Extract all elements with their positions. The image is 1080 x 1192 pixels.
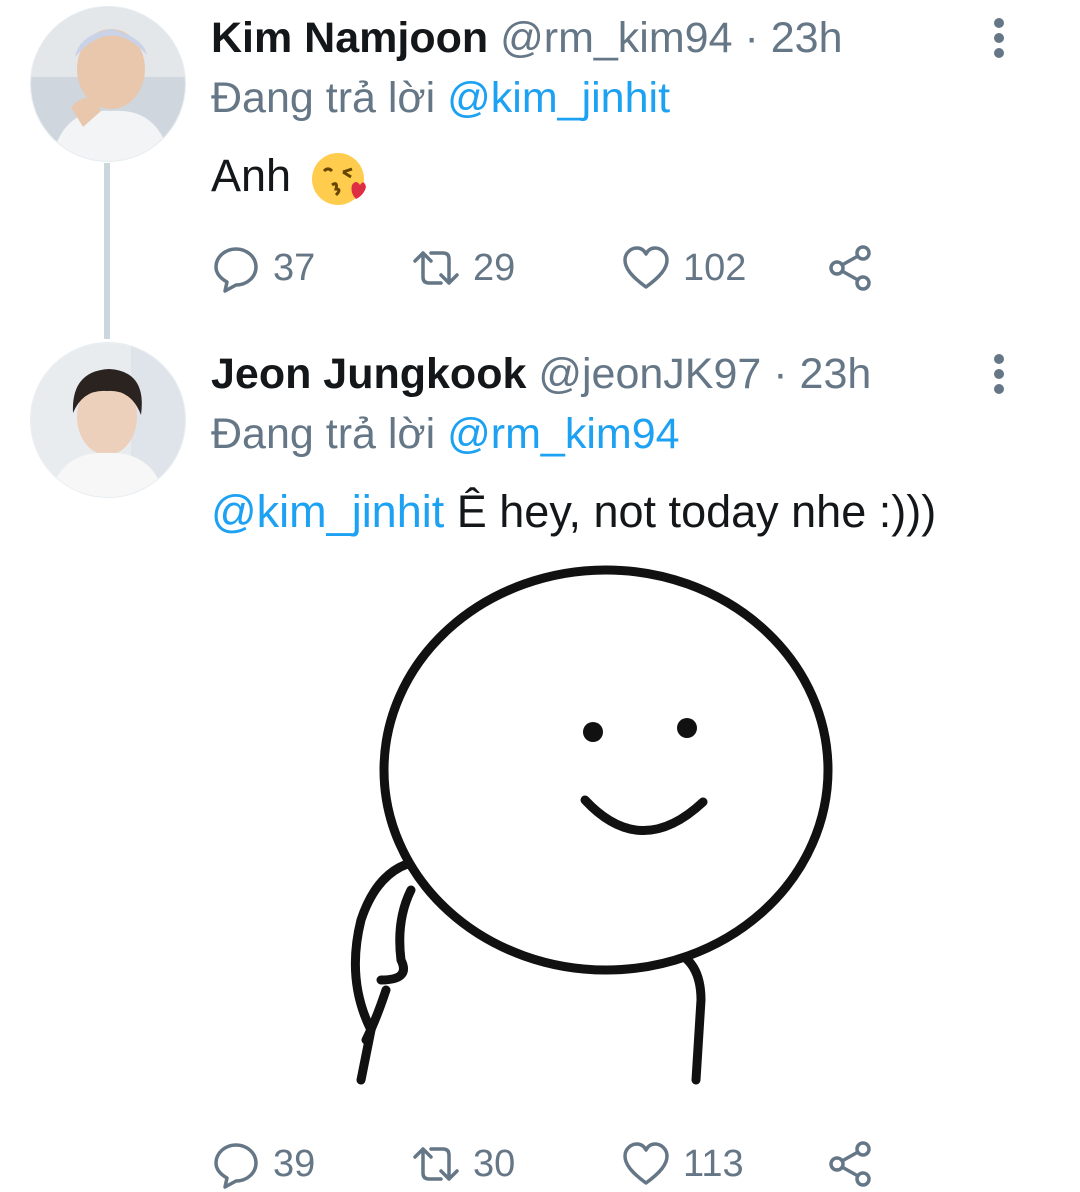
tweet-actions: 39 30 113 [211,1136,911,1192]
reply-button[interactable]: 37 [211,240,315,296]
share-button[interactable] [825,1136,887,1192]
thread-connector-line [104,163,110,339]
tweet-actions: 37 29 102 [211,240,911,296]
share-icon [829,1141,871,1187]
timestamp[interactable]: 23h [800,350,872,398]
text-mention[interactable]: @kim_jinhit [211,486,444,537]
tweet-text-content: Ê hey, not today nhe :))) [456,486,937,537]
retweet-icon [413,251,459,285]
reply-icon [214,247,258,293]
retweet-count: 29 [473,247,516,289]
heart-icon [623,1142,669,1185]
tweet-header: Kim Namjoon @rm_kim94 · 23h [211,12,842,64]
heart-icon [623,246,669,289]
avatar[interactable] [30,6,186,162]
avatar[interactable] [30,342,186,498]
reply-icon [214,1143,258,1189]
smiley-character-image [350,565,833,1085]
kiss-emoji-icon [310,151,368,207]
like-button[interactable]: 102 [621,240,746,296]
separator-dot: · [773,350,788,398]
replying-to-label: Đang trả lời [211,74,436,122]
like-count: 102 [683,247,747,289]
retweet-button[interactable]: 30 [411,1136,515,1192]
like-button[interactable]: 113 [621,1136,744,1192]
replying-to-mention[interactable]: @rm_kim94 [447,410,679,458]
tweet-kim-namjoon[interactable]: Kim Namjoon @rm_kim94 · 23h Đang trả lời… [0,0,1080,339]
display-name[interactable]: Jeon Jungkook [211,350,526,398]
share-icon [829,245,871,291]
separator-dot: · [744,14,759,62]
reply-count: 37 [273,247,316,289]
display-name[interactable]: Kim Namjoon [211,14,488,62]
tweet-text: @kim_jinhit Ê hey, not today nhe :))) [211,484,936,540]
more-vertical-icon[interactable] [984,348,1014,400]
tweet-header: Jeon Jungkook @jeonJK97 · 23h [211,348,871,400]
more-vertical-icon[interactable] [984,12,1014,64]
replying-to-line: Đang trả lời @rm_kim94 [211,408,680,460]
retweet-count: 30 [473,1143,516,1185]
like-count: 113 [683,1143,744,1185]
reply-count: 39 [273,1143,316,1185]
tweet-media-image[interactable] [211,560,1051,1100]
tweet-text-content: Anh [211,150,292,201]
retweet-button[interactable]: 29 [411,240,515,296]
replying-to-label: Đang trả lời [211,410,436,458]
reply-button[interactable]: 39 [211,1136,315,1192]
user-handle[interactable]: @rm_kim94 [500,14,732,62]
replying-to-line: Đang trả lời @kim_jinhit [211,72,670,124]
tweet-text: Anh [211,148,368,207]
user-handle[interactable]: @jeonJK97 [538,350,761,398]
tweet-jeon-jungkook[interactable]: Jeon Jungkook @jeonJK97 · 23h Đang trả l… [0,330,1080,1191]
share-button[interactable] [825,240,887,296]
retweet-icon [413,1147,459,1181]
timestamp[interactable]: 23h [771,14,843,62]
replying-to-mention[interactable]: @kim_jinhit [447,74,670,122]
